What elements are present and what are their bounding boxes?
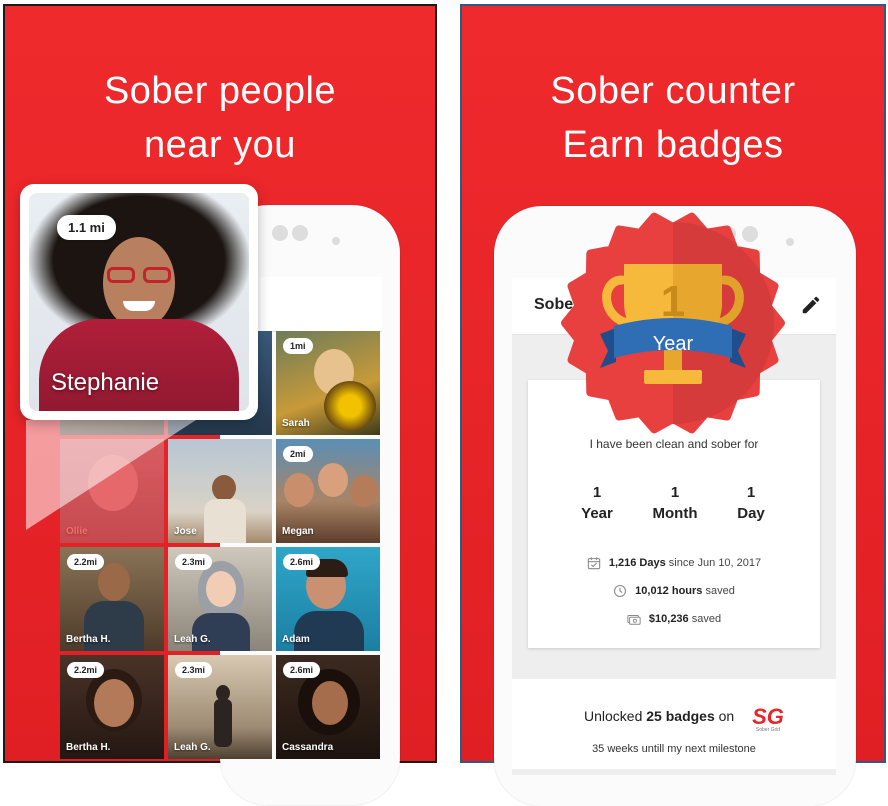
phone-sensor-dot xyxy=(292,225,308,241)
featured-profile-photo: 1.1 mi Stephanie xyxy=(29,193,249,411)
phone-camera-dot xyxy=(272,225,288,241)
distance-badge: 2.3mi xyxy=(175,662,213,678)
featured-profile-card[interactable]: 1.1 mi Stephanie xyxy=(20,184,258,420)
distance-badge: 2.6mi xyxy=(283,554,321,570)
person-body xyxy=(192,613,250,651)
sober-grid-logo-caption: Sober Grid xyxy=(755,727,781,733)
person-photo xyxy=(206,571,236,607)
badges-unlocked-text: Unlocked 25 badges on xyxy=(584,708,735,724)
person-photo xyxy=(284,473,314,507)
svg-text:SG: SG xyxy=(752,704,784,729)
distance-badge: 2.3mi xyxy=(175,554,213,570)
profile-tile[interactable]: 2.6mi Adam xyxy=(276,547,380,651)
app-header-left xyxy=(260,277,382,332)
profile-tile[interactable]: 2.3mi Leah G. xyxy=(168,655,272,759)
distance-badge: 2.6mi xyxy=(283,662,321,678)
profile-name: Bertha H. xyxy=(66,742,111,753)
headline-right: Sober counter Earn badges xyxy=(550,70,796,166)
phone-speaker-dot xyxy=(786,238,794,246)
person-photo xyxy=(312,681,348,725)
smile xyxy=(123,301,155,311)
profile-name: Cassandra xyxy=(282,742,334,753)
profile-tile[interactable]: 2.2mi Bertha H. xyxy=(60,547,164,651)
profile-name: Leah G. xyxy=(174,742,211,753)
profile-tile[interactable]: 2mi Megan xyxy=(276,439,380,543)
glasses-lens-left xyxy=(107,267,135,283)
sunflower-photo xyxy=(324,381,376,431)
trophy-base xyxy=(644,370,702,384)
face xyxy=(103,237,175,329)
distance-badge: 2.2mi xyxy=(67,662,105,678)
next-milestone-text: 35 weeks untill my next milestone xyxy=(592,743,756,755)
profile-name: Leah G. xyxy=(174,634,211,645)
profile-tile[interactable]: 2.2mi Bertha H. xyxy=(60,655,164,759)
distance-badge: 1mi xyxy=(283,338,313,354)
person-body xyxy=(214,699,232,747)
calendar-icon xyxy=(587,557,601,570)
person-body xyxy=(294,611,364,651)
phone-speaker-dot xyxy=(332,237,340,245)
person-photo xyxy=(350,475,378,507)
distance-badge: 2mi xyxy=(283,446,313,462)
money-icon xyxy=(627,615,641,625)
profile-tile[interactable]: 1mi Sarah xyxy=(276,331,380,435)
red-sweater xyxy=(39,319,239,411)
hours-saved-stat: 10,012 hours saved xyxy=(528,584,820,598)
profile-card-pointer xyxy=(26,420,196,530)
person-photo xyxy=(94,679,134,727)
counter-days: 1 Day xyxy=(737,484,765,522)
profile-tile[interactable]: 2.3mi Leah G. xyxy=(168,547,272,651)
money-saved-stat: $10,236 saved xyxy=(528,612,820,626)
badges-summary-card[interactable]: Unlocked 25 badges on SG Sober Grid 35 w… xyxy=(512,679,836,769)
profile-name: Megan xyxy=(282,526,314,537)
profile-name: Bertha H. xyxy=(66,634,111,645)
person-photo xyxy=(212,475,236,501)
days-since-stat: 1,216 Days since Jun 10, 2017 xyxy=(528,556,820,570)
badge-label: Year xyxy=(653,333,694,355)
one-year-badge-icon: 1 Year xyxy=(561,212,785,434)
glasses-lens-right xyxy=(143,267,171,283)
headline-left: Sober people near you xyxy=(103,70,337,166)
counter-years: 1 Year xyxy=(581,484,613,522)
distance-badge: 2.2mi xyxy=(67,554,105,570)
counter-intro-text: I have been clean and sober for xyxy=(589,437,759,451)
person-body xyxy=(204,499,246,543)
edit-pencil-icon[interactable] xyxy=(800,294,822,316)
profile-tile[interactable]: 2.6mi Cassandra xyxy=(276,655,380,759)
person-photo xyxy=(98,563,130,601)
profile-name: Sarah xyxy=(282,418,310,429)
clock-icon xyxy=(614,584,627,598)
featured-profile-name: Stephanie xyxy=(51,369,160,396)
profile-name: Adam xyxy=(282,634,310,645)
featured-distance-badge: 1.1 mi xyxy=(57,215,116,240)
person-photo xyxy=(318,463,348,497)
